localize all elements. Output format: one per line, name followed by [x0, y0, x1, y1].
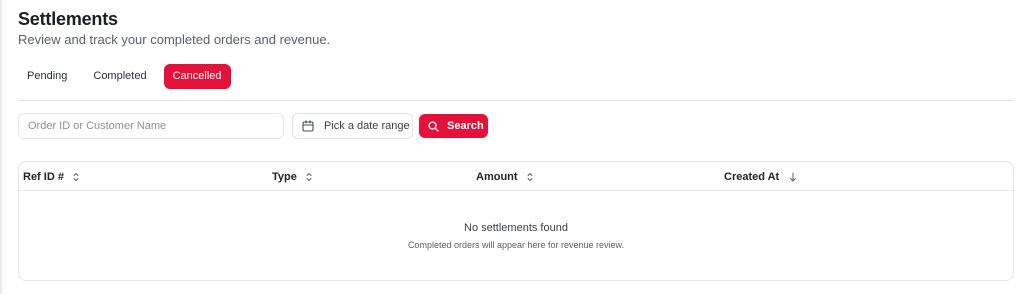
column-header-label: Ref ID #: [23, 170, 64, 183]
arrow-down-icon: [790, 172, 797, 181]
page-subtitle: Review and track your completed orders a…: [18, 32, 331, 47]
column-header-label: Amount: [476, 170, 518, 183]
settlements-page: Settlements Review and track your comple…: [0, 0, 1024, 294]
column-header-label: Created At: [724, 170, 780, 183]
column-header-ref-id[interactable]: Ref ID #: [23, 162, 80, 191]
window-edge: [0, 0, 2, 294]
status-tabs: Pending Completed Cancelled: [18, 64, 239, 89]
search-icon: [428, 120, 439, 132]
settlements-table: Ref ID # Type Amount Created At No settl…: [18, 161, 1014, 281]
divider: [18, 100, 1014, 101]
column-header-amount[interactable]: Amount: [476, 162, 534, 191]
date-range-label: Pick a date range: [324, 120, 410, 132]
tab-cancelled[interactable]: Cancelled: [163, 64, 231, 89]
tab-pending[interactable]: Pending: [18, 64, 76, 89]
sort-updown-icon: [73, 172, 79, 181]
search-input[interactable]: [18, 113, 284, 139]
date-range-picker-button[interactable]: Pick a date range: [292, 113, 413, 139]
empty-state-title: No settlements found: [464, 222, 568, 234]
column-header-label: Type: [272, 170, 297, 183]
page-title: Settlements: [18, 9, 118, 29]
empty-state-description: Completed orders will appear here for re…: [407, 240, 625, 250]
sort-updown-icon: [527, 172, 533, 181]
table-header-row: Ref ID # Type Amount Created At: [19, 162, 1013, 191]
tab-completed[interactable]: Completed: [84, 64, 155, 89]
sort-updown-icon: [306, 172, 312, 181]
search-button-label: Search: [447, 120, 484, 132]
column-header-type[interactable]: Type: [272, 162, 313, 191]
column-header-created-at[interactable]: Created At: [724, 162, 797, 191]
search-button[interactable]: Search: [419, 114, 488, 138]
calendar-icon: [302, 120, 314, 132]
